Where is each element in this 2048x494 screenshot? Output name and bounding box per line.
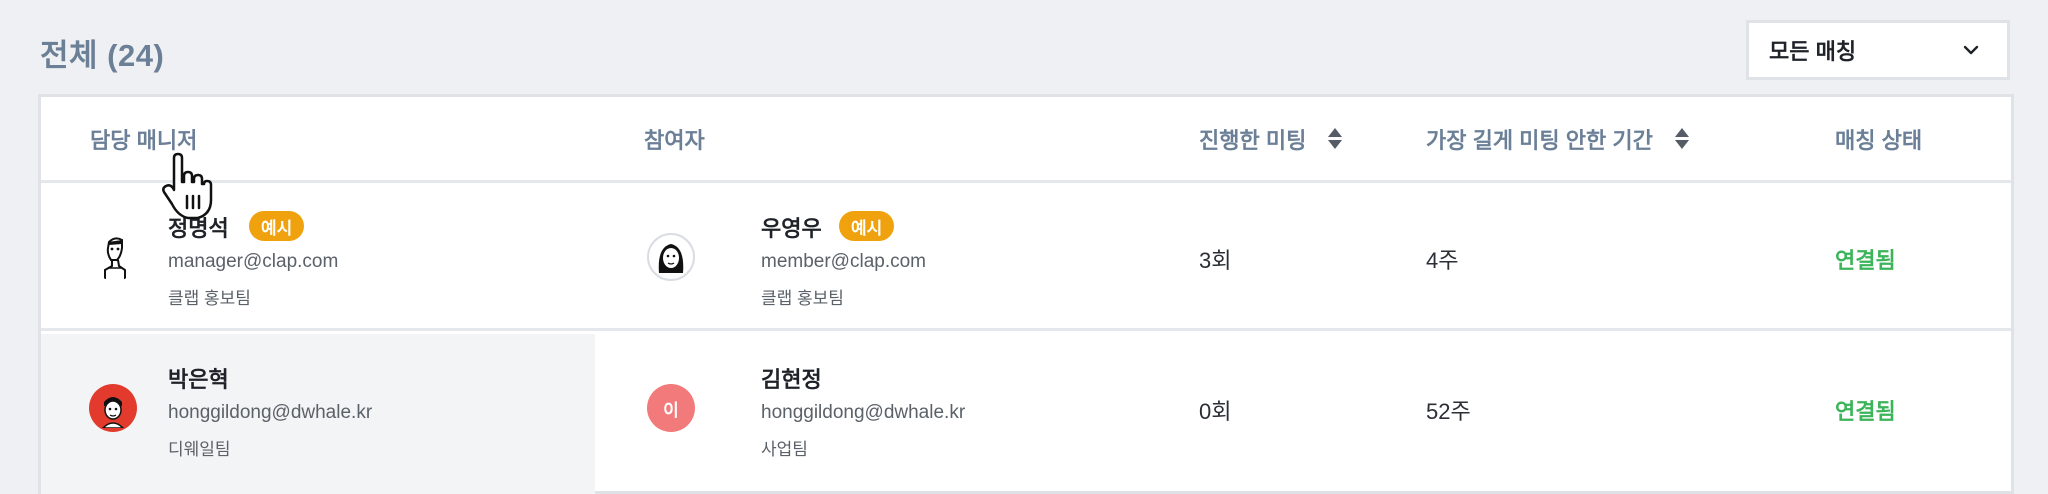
avatar: [647, 233, 695, 281]
avatar: [91, 233, 139, 281]
column-label: 가장 길게 미팅 안한 기간: [1426, 127, 1653, 153]
column-label: 진행한 미팅: [1199, 127, 1307, 153]
manager-cell: 정명석 예시 manager@clap.com 클랩 홍보팀: [41, 183, 595, 328]
manager-email: manager@clap.com: [168, 251, 339, 272]
table-row[interactable]: 박은혁 honggildong@dwhale.kr 디웨일팀 이 김현정 hon…: [41, 334, 2011, 494]
column-header-participant: 참여자: [644, 97, 705, 180]
avatar: [89, 384, 137, 432]
sort-icon[interactable]: [1328, 128, 1343, 149]
participant-cell: 이 김현정 honggildong@dwhale.kr 사업팀: [595, 334, 1149, 482]
column-header-longest-gap[interactable]: 가장 길게 미팅 안한 기간: [1426, 97, 1689, 180]
example-badge: 예시: [249, 211, 305, 241]
page-title: 전체 (24): [40, 38, 165, 73]
example-badge: 예시: [839, 211, 895, 241]
column-label: 참여자: [644, 127, 705, 153]
table-header: 담당 매니저 참여자 진행한 미팅 가장 길게 미팅 안한 기간 매칭 상태: [41, 97, 2011, 183]
filter-select-value: 모든 매칭: [1769, 39, 1857, 64]
manager-cell[interactable]: 박은혁 honggildong@dwhale.kr 디웨일팀: [41, 334, 595, 482]
hand-cursor-icon: [162, 152, 213, 220]
participant-name: 김현정: [761, 367, 822, 392]
avatar-illustration-icon: [104, 237, 126, 280]
meetings-count: 3회: [1199, 248, 1232, 273]
matching-table: 담당 매니저 참여자 진행한 미팅 가장 길게 미팅 안한 기간 매칭 상태 정…: [38, 94, 2014, 494]
column-label: 매칭 상태: [1835, 127, 1923, 153]
manager-team: 디웨일팀: [168, 440, 231, 459]
longest-gap: 52주: [1426, 399, 1471, 424]
column-header-status: 매칭 상태: [1835, 97, 1922, 180]
participant-cell: 우영우 예시 member@clap.com 클랩 홍보팀: [595, 183, 1149, 328]
manager-name: 박은혁: [168, 367, 229, 392]
status-connected: 연결됨: [1835, 399, 1896, 424]
manager-email: honggildong@dwhale.kr: [168, 402, 373, 423]
matching-filter-select[interactable]: 모든 매칭: [1746, 20, 2010, 80]
column-label: 담당 매니저: [90, 127, 198, 153]
column-header-meetings[interactable]: 진행한 미팅: [1199, 97, 1343, 180]
meetings-count: 0회: [1199, 399, 1232, 424]
status-connected: 연결됨: [1835, 248, 1896, 273]
chevron-down-icon: [1963, 45, 1979, 55]
avatar-initial: 이: [647, 384, 695, 432]
sort-icon[interactable]: [1674, 128, 1689, 149]
longest-gap: 4주: [1426, 248, 1459, 273]
avatar-illustration-icon: [658, 244, 684, 273]
participant-email: honggildong@dwhale.kr: [761, 402, 966, 423]
participant-team: 사업팀: [761, 440, 808, 459]
participant-name: 우영우: [761, 216, 822, 241]
participant-team: 클랩 홍보팀: [761, 289, 844, 308]
table-row[interactable]: 정명석 예시 manager@clap.com 클랩 홍보팀 우영우 예시 me…: [41, 183, 2011, 331]
manager-team: 클랩 홍보팀: [168, 289, 251, 308]
participant-email: member@clap.com: [761, 251, 926, 272]
avatar-illustration-icon: [101, 397, 125, 428]
